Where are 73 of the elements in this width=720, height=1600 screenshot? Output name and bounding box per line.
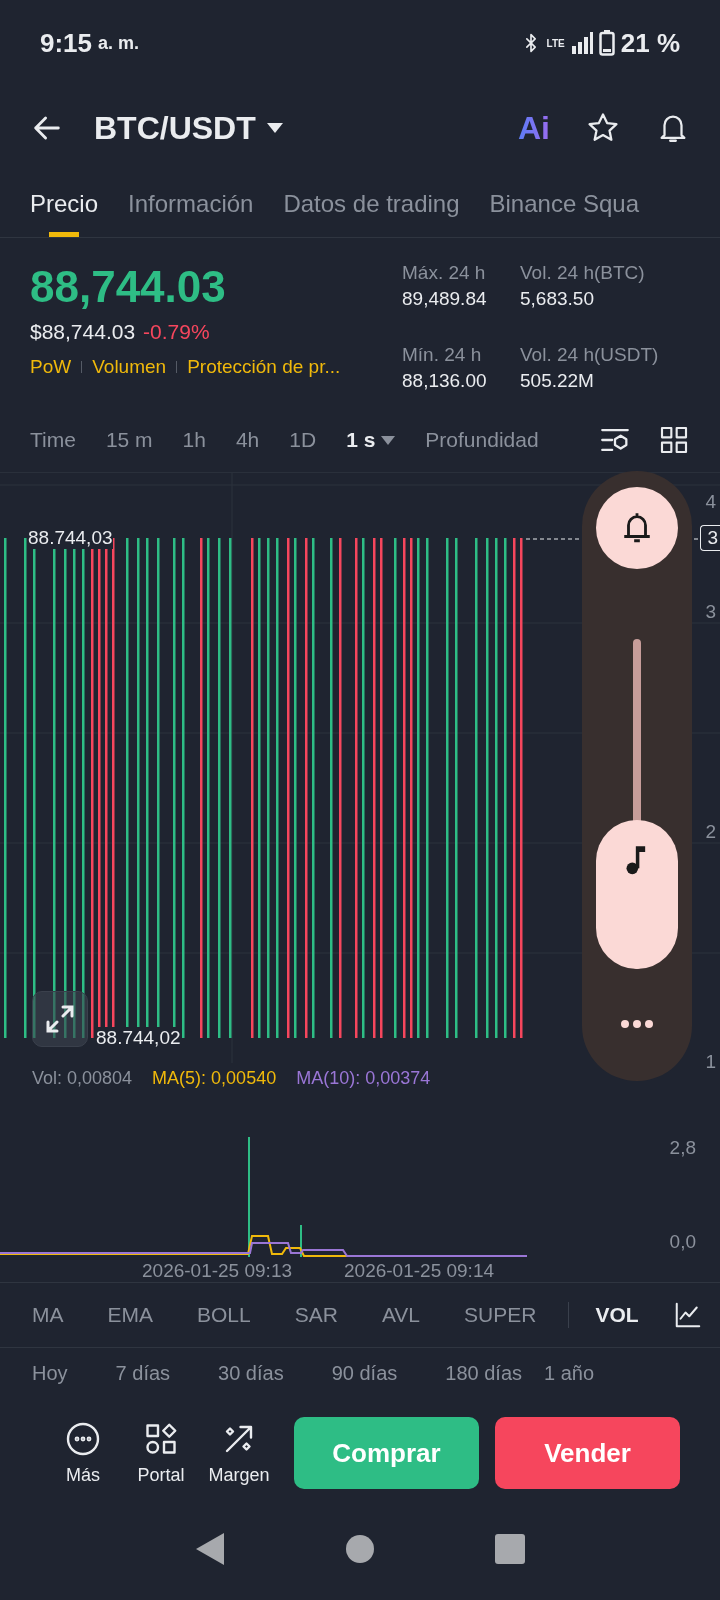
dropdown-caret-icon[interactable] — [265, 122, 284, 134]
more-icon — [65, 1420, 101, 1457]
axis-label: 3 — [705, 601, 716, 623]
indicator-tab[interactable]: EMA — [107, 1303, 153, 1327]
axis-label: 1 — [705, 1051, 716, 1073]
stat-value: 89,489.84 — [402, 288, 488, 310]
volume-slider[interactable] — [596, 639, 678, 969]
volume-axis-label: 2,8 — [669, 1137, 696, 1159]
interval-tab[interactable]: 1D — [289, 428, 317, 452]
period-tab[interactable]: 90 días — [331, 1361, 398, 1385]
axis-label: 4 — [705, 491, 716, 513]
indicator-tab[interactable]: SUPER — [464, 1303, 537, 1327]
period-tab[interactable]: 30 días — [218, 1361, 284, 1385]
time-axis-label: 2026-01-25 09:14 — [344, 1260, 495, 1282]
low-price-label: 88.744,02 — [96, 1027, 181, 1049]
usd-price: $88,744.03 — [30, 320, 136, 344]
back-icon[interactable] — [195, 1532, 225, 1566]
volume-axis-label: 0,0 — [669, 1231, 696, 1253]
price-tag: 3 — [700, 525, 720, 551]
tag-link[interactable]: PoW — [30, 356, 72, 378]
clock-time: 9:15 — [40, 27, 93, 59]
indicator-tab[interactable]: BOLL — [197, 1303, 251, 1327]
stat-label: Vol. 24 h(USDT) — [520, 344, 660, 366]
period-tab[interactable]: 1 año — [544, 1361, 595, 1385]
tag-link[interactable]: Volumen — [92, 356, 167, 378]
more-icon[interactable] — [620, 1019, 654, 1029]
interval-tab[interactable]: 4h — [235, 428, 260, 452]
pair-title[interactable]: BTC/USDT — [94, 109, 256, 147]
interval-tab[interactable]: 1 s — [346, 428, 396, 452]
interval-tab[interactable]: Profundidad — [425, 428, 539, 452]
stat-label: Máx. 24 h — [402, 262, 487, 284]
tab[interactable]: Datos de trading — [283, 170, 460, 237]
ma10-reading: MA(10): 0,00374 — [296, 1068, 431, 1089]
indicator-tab[interactable]: SAR — [294, 1303, 338, 1327]
stat-value: 88,136.00 — [402, 370, 488, 392]
last-price: 88,744.03 — [30, 262, 227, 312]
caret-icon — [381, 435, 396, 445]
stat-value: 5,683.50 — [520, 288, 595, 310]
grid-layout-icon[interactable] — [658, 424, 690, 456]
period-tab[interactable]: 7 días — [115, 1361, 171, 1385]
signal-icon — [570, 32, 593, 54]
line-chart-icon[interactable] — [673, 1300, 703, 1330]
action-button[interactable]: Portal — [122, 1420, 200, 1486]
action-button[interactable]: Más — [44, 1420, 122, 1486]
tab[interactable]: Binance Squa — [489, 170, 639, 237]
tab[interactable]: Precio — [30, 170, 99, 237]
interval-tab[interactable]: 15 m — [105, 428, 153, 452]
interval-tab[interactable]: Time — [30, 428, 76, 452]
expand-button[interactable] — [32, 991, 88, 1047]
battery-percent: 21 % — [620, 27, 680, 59]
tag-link[interactable]: Protección de pr... — [187, 356, 341, 378]
clock-period: a. m. — [98, 32, 140, 54]
indicator-tab[interactable]: MA — [32, 1303, 64, 1327]
time-axis-label: 2026-01-25 09:13 — [142, 1260, 292, 1282]
sell-button[interactable]: Vender — [495, 1417, 680, 1489]
stat-value: 505.22M — [520, 370, 595, 392]
ma5-reading: MA(5): 0,00540 — [152, 1068, 277, 1089]
period-tab[interactable]: 180 días — [445, 1361, 522, 1385]
tab[interactable]: Información — [128, 170, 254, 237]
price-change: -0.79% — [143, 320, 210, 344]
volume-reading: Vol: 0,00804 — [32, 1068, 133, 1089]
indicator-tab[interactable]: AVL — [381, 1303, 421, 1327]
axis-label: 2 — [705, 821, 716, 843]
stat-label: Mín. 24 h — [402, 344, 483, 366]
action-button[interactable]: Margen — [200, 1420, 278, 1486]
interval-tab[interactable]: 1h — [182, 428, 206, 452]
ringer-button[interactable] — [596, 487, 678, 569]
period-tab[interactable]: Hoy — [32, 1361, 68, 1385]
home-icon[interactable] — [345, 1534, 375, 1564]
indicator-tab[interactable]: VOL — [595, 1303, 639, 1327]
battery-icon — [598, 30, 615, 56]
network-type: LTE — [546, 37, 565, 49]
stat-label: Vol. 24 h(BTC) — [520, 262, 646, 284]
